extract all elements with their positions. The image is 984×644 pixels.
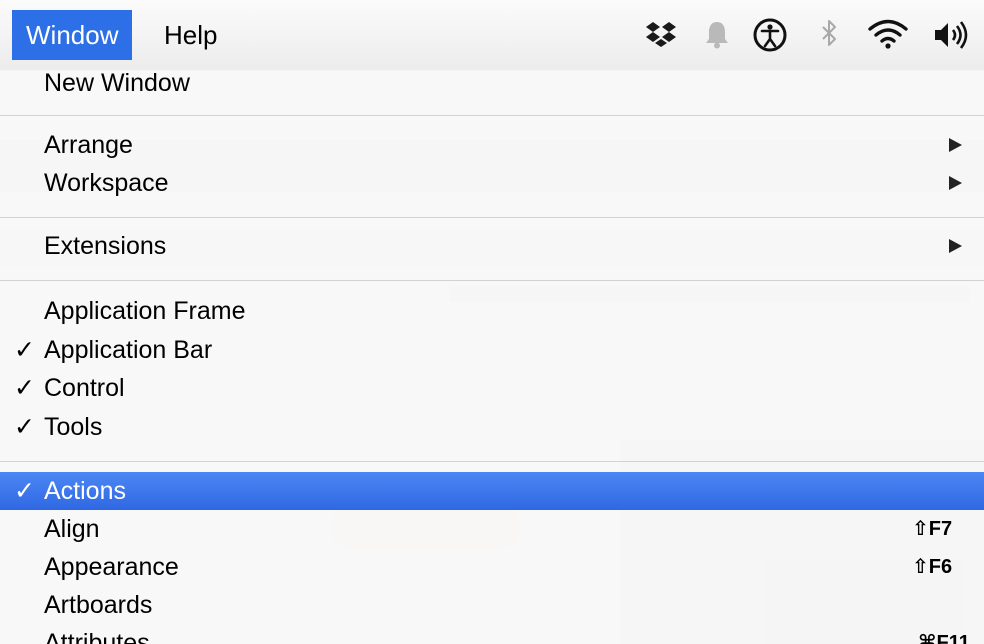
menu-item-label: Extensions <box>44 232 167 260</box>
submenu-arrow-icon <box>949 239 962 253</box>
menu-item-label: Control <box>44 374 125 402</box>
checkmark-icon: ✓ <box>14 477 35 505</box>
menu-item-appearance[interactable]: Appearance ⇧F6 <box>0 548 984 586</box>
volume-icon[interactable] <box>932 12 972 58</box>
menu-item-label: Actions <box>44 477 126 505</box>
wifi-icon[interactable] <box>866 12 910 58</box>
menu-separator <box>0 115 984 116</box>
menu-separator <box>0 217 984 218</box>
menu-item-new-window[interactable]: New Window <box>0 64 984 102</box>
menu-item-actions[interactable]: ✓ Actions <box>0 472 984 510</box>
menu-separator <box>0 461 984 462</box>
accessibility-icon[interactable] <box>750 12 790 58</box>
submenu-arrow-icon <box>949 138 962 152</box>
menu-item-label: Attributes <box>44 629 150 644</box>
menu-item-application-bar[interactable]: ✓ Application Bar <box>0 331 984 369</box>
menu-item-label: Artboards <box>44 591 153 619</box>
menu-item-application-frame[interactable]: Application Frame <box>0 292 984 330</box>
window-menu-dropdown: New Window Arrange Workspace Extensions … <box>0 69 984 644</box>
menu-item-label: Application Frame <box>44 297 246 325</box>
menubar-item-help[interactable]: Help <box>150 10 231 60</box>
menu-item-label: New Window <box>44 69 190 97</box>
menu-bar: Window Help <box>0 0 984 71</box>
menu-separator <box>0 280 984 281</box>
menu-item-shortcut: ⌘F11 <box>918 632 970 644</box>
menu-item-label: Arrange <box>44 131 133 159</box>
menu-item-shortcut: ⇧F6 <box>912 556 953 578</box>
menu-item-label: Workspace <box>44 169 169 197</box>
menu-item-align[interactable]: Align ⇧F7 <box>0 510 984 548</box>
menu-item-label: Appearance <box>44 553 179 581</box>
menu-item-attributes[interactable]: Attributes ⌘F11 <box>0 624 984 644</box>
menu-item-workspace[interactable]: Workspace <box>0 164 984 202</box>
dropbox-icon[interactable] <box>644 12 678 58</box>
menu-item-artboards[interactable]: Artboards <box>0 586 984 624</box>
menu-item-label: Tools <box>44 413 103 441</box>
checkmark-icon: ✓ <box>14 413 35 441</box>
checkmark-icon: ✓ <box>14 336 35 364</box>
menu-item-arrange[interactable]: Arrange <box>0 126 984 164</box>
menu-item-shortcut: ⇧F7 <box>912 518 953 540</box>
checkmark-icon: ✓ <box>14 374 35 402</box>
menu-item-control[interactable]: ✓ Control <box>0 369 984 407</box>
menubar-item-window[interactable]: Window <box>12 10 133 60</box>
menu-item-extensions[interactable]: Extensions <box>0 227 984 265</box>
submenu-arrow-icon <box>949 176 962 190</box>
menu-item-label: Align <box>44 515 100 543</box>
menu-item-label: Application Bar <box>44 336 213 364</box>
notification-bell-icon[interactable] <box>700 12 734 58</box>
menu-item-tools[interactable]: ✓ Tools <box>0 408 984 446</box>
bluetooth-icon[interactable] <box>816 12 842 58</box>
